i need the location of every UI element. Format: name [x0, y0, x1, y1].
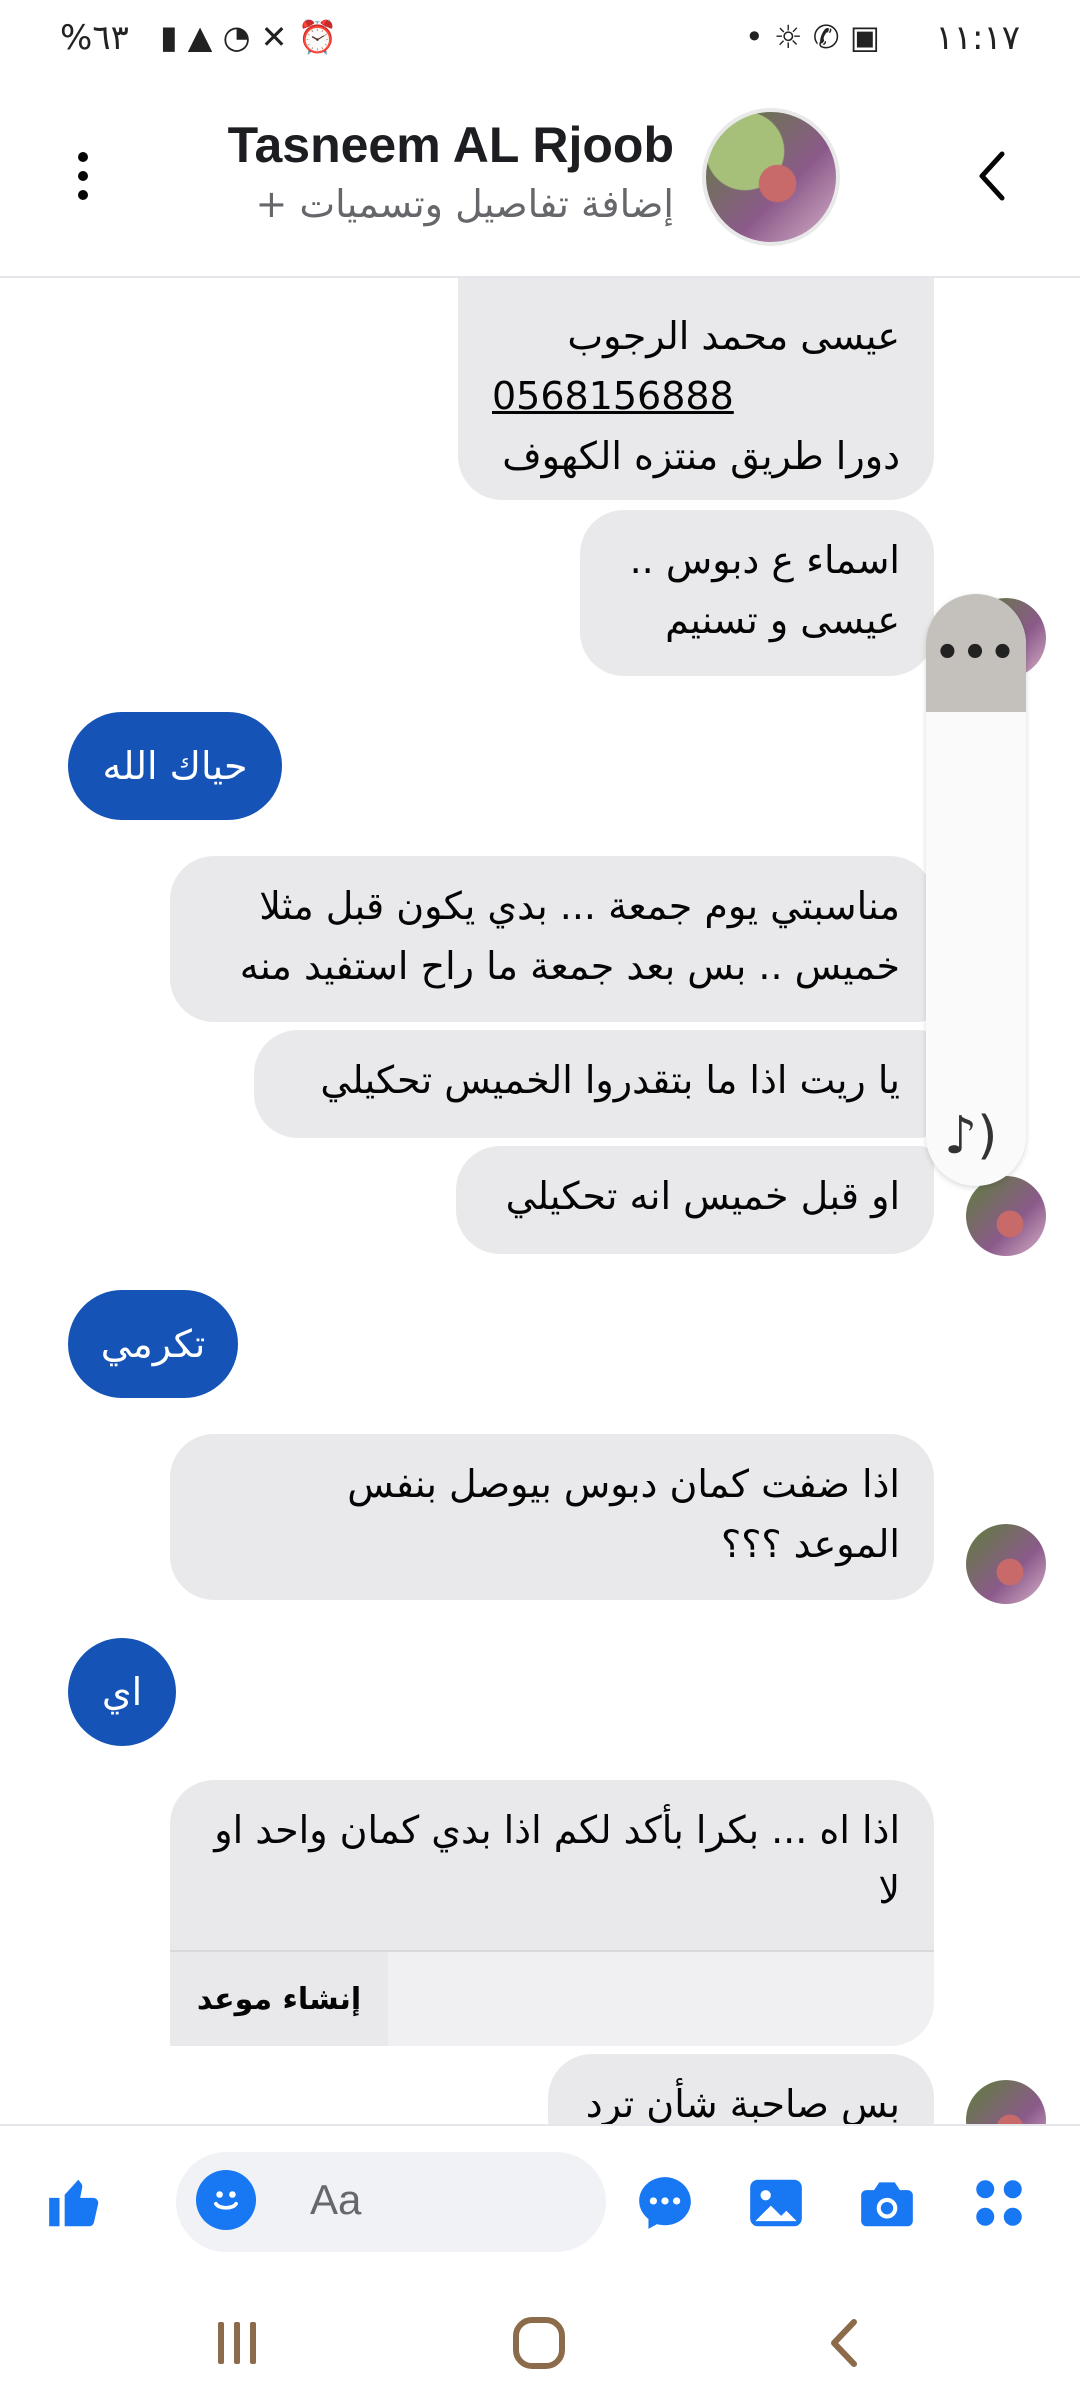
- gallery-icon[interactable]: [743, 2170, 809, 2236]
- sender-avatar[interactable]: [966, 1176, 1046, 1256]
- sender-avatar[interactable]: [966, 2080, 1046, 2124]
- message-bubble-outgoing[interactable]: تكرمي: [68, 1290, 238, 1398]
- message-text: اي: [101, 1670, 143, 1714]
- status-icons-left: ▮ ▲ ◔ ✕ ⏰: [160, 18, 338, 56]
- emoji-icon[interactable]: [196, 2170, 256, 2230]
- message-bubble-incoming[interactable]: اذا اه ... بكرا بأكد لكم اذا بدي كمان وا…: [170, 1780, 934, 1952]
- input-placeholder: Aa: [310, 2176, 362, 2223]
- message-clip: بس صاحبة شأن ترد: [0, 2040, 1080, 2124]
- message-line: عيسى محمد الرجوب: [567, 314, 900, 358]
- create-event-button[interactable]: إنشاء موعد: [170, 1952, 388, 2046]
- sound-icon[interactable]: ♪): [944, 1106, 997, 1166]
- message-line: اذا ضفت كمان دبوس بيوصل بنفس: [347, 1462, 900, 1506]
- message-bubble-outgoing[interactable]: اي: [68, 1638, 176, 1746]
- contact-name[interactable]: Tasneem AL Rjoob: [228, 116, 674, 174]
- phone-number-link[interactable]: 0568156888: [492, 366, 900, 426]
- message-line: الموعد ؟؟؟: [721, 1522, 900, 1566]
- message-bubble-outgoing[interactable]: حياك الله: [68, 712, 282, 820]
- message-line: عيسى و تسنيم: [665, 598, 900, 642]
- battery-level: %٦٣: [60, 18, 129, 58]
- message-text: يا ريت اذا ما بتقدروا الخميس تحكيلي: [320, 1058, 900, 1102]
- message-action-row: إنشاء موعد: [170, 1950, 934, 2046]
- message-line: خميس .. بس بعد جمعة ما راح استفيد منه: [239, 944, 900, 988]
- message-bubble-incoming[interactable]: اسماء ع دبوس .. عيسى و تسنيم: [580, 510, 934, 676]
- message-bubble-incoming[interactable]: عيسى محمد الرجوب 0568156888 دورا طريق من…: [458, 278, 934, 500]
- recent-apps-icon[interactable]: [210, 2316, 264, 2370]
- system-navigation-bar: [0, 2278, 1080, 2408]
- floating-assistant-panel[interactable]: ••• ♪): [926, 594, 1026, 1186]
- sender-avatar[interactable]: [966, 1524, 1046, 1604]
- message-line: دورا طريق منتزه الكهوف: [502, 434, 900, 478]
- message-line: مناسبتي يوم جمعة ... بدي يكون قبل مثلا: [259, 884, 900, 928]
- camera-icon[interactable]: [854, 2170, 920, 2236]
- message-bubble-incoming[interactable]: يا ريت اذا ما بتقدروا الخميس تحكيلي: [254, 1030, 934, 1138]
- message-bubble-incoming[interactable]: اذا ضفت كمان دبوس بيوصل بنفس الموعد ؟؟؟: [170, 1434, 934, 1600]
- message-line: لا: [878, 1868, 900, 1912]
- status-bar: %٦٣ ▮ ▲ ◔ ✕ ⏰ • ☼ ✆ ▣ ١١:١٧: [0, 0, 1080, 86]
- message-bubble-incoming[interactable]: مناسبتي يوم جمعة ... بدي يكون قبل مثلا خ…: [170, 856, 934, 1022]
- back-icon[interactable]: [818, 2316, 872, 2370]
- clock: ١١:١٧: [935, 18, 1020, 58]
- status-icons-right: • ☼ ✆ ▣: [744, 18, 880, 56]
- more-apps-icon[interactable]: [966, 2170, 1032, 2236]
- more-icon[interactable]: •••: [926, 594, 1026, 712]
- composer-bar: Aa: [0, 2124, 1080, 2280]
- contact-avatar[interactable]: [702, 108, 840, 246]
- message-line: اذا اه ... بكرا بأكد لكم اذا بدي كمان وا…: [214, 1808, 900, 1852]
- message-text: بس صاحبة شأن ترد: [585, 2082, 900, 2124]
- message-bubble-incoming[interactable]: بس صاحبة شأن ترد: [548, 2054, 934, 2124]
- message-text: حياك الله: [102, 744, 248, 788]
- message-input[interactable]: Aa: [176, 2152, 606, 2252]
- message-text: او قبل خميس انه تحكيلي: [505, 1174, 900, 1218]
- message-text: تكرمي: [100, 1322, 206, 1366]
- chat-bubble-icon[interactable]: [632, 2170, 698, 2236]
- back-chevron-icon[interactable]: [972, 146, 1012, 206]
- add-details-link[interactable]: + إضافة تفاصيل وتسميات: [255, 182, 674, 226]
- message-line: اسماء ع دبوس ..: [629, 538, 900, 582]
- conversation-header: Tasneem AL Rjoob + إضافة تفاصيل وتسميات: [0, 86, 1080, 278]
- message-bubble-incoming[interactable]: او قبل خميس انه تحكيلي: [456, 1146, 934, 1254]
- home-icon[interactable]: [510, 2314, 568, 2372]
- more-options-icon[interactable]: [78, 152, 90, 208]
- like-thumb-icon[interactable]: [42, 2170, 108, 2236]
